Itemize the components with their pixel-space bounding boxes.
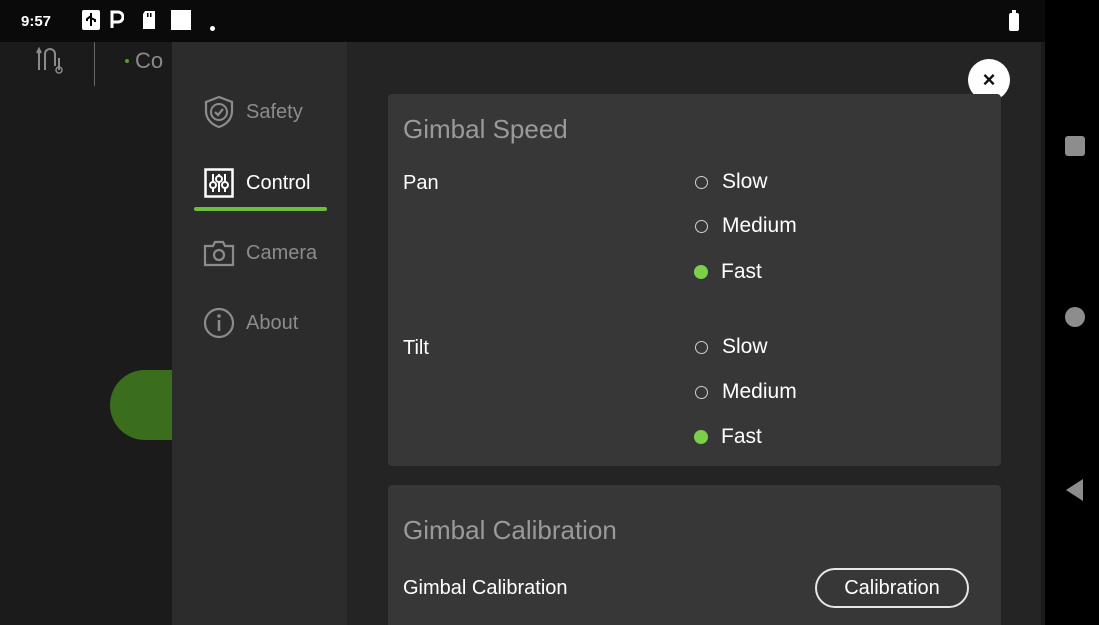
camera-icon (202, 236, 236, 270)
tilt-option-slow[interactable]: Slow (695, 333, 768, 361)
background-title: Co (135, 48, 164, 73)
settings-modal: Safety Control Camera About × Gimbal Spe… (172, 42, 1041, 625)
sidebar-item-control[interactable]: Control (202, 163, 310, 203)
status-bar: 9:57 (0, 0, 1045, 42)
parking-icon (110, 10, 125, 35)
home-button[interactable] (1065, 307, 1085, 327)
sidebar-item-label: Safety (246, 100, 303, 123)
gimbal-calibration-row-label: Gimbal Calibration (403, 577, 568, 599)
tilt-option-medium[interactable]: Medium (695, 378, 797, 406)
radio-indicator-selected (695, 431, 707, 443)
radio-indicator (695, 219, 708, 233)
shield-check-icon (202, 95, 236, 129)
radio-label: Fast (721, 260, 762, 283)
tilt-option-fast[interactable]: Fast (695, 423, 762, 451)
sidebar-item-about[interactable]: About (202, 303, 298, 343)
connection-dot (125, 59, 129, 63)
recents-button[interactable] (1065, 136, 1085, 156)
radio-indicator-selected (695, 266, 707, 278)
radio-indicator (695, 340, 708, 354)
system-nav-bar (1045, 0, 1099, 625)
calibration-button[interactable]: Calibration (815, 568, 969, 608)
usb-icon (82, 10, 100, 35)
app-logo-icon (36, 44, 66, 81)
sd-card-icon (141, 10, 157, 35)
radio-label: Slow (722, 170, 768, 193)
pan-option-fast[interactable]: Fast (695, 258, 762, 286)
pan-option-slow[interactable]: Slow (695, 168, 768, 196)
sidebar-item-camera[interactable]: Camera (202, 233, 317, 273)
sliders-icon (202, 166, 236, 200)
gimbal-calibration-title: Gimbal Calibration (403, 515, 617, 545)
sidebar-item-label: About (246, 311, 299, 334)
radio-indicator (695, 385, 708, 399)
close-icon: × (982, 67, 996, 92)
radio-label: Medium (722, 214, 797, 237)
radio-indicator (695, 175, 708, 189)
status-time: 9:57 (21, 13, 52, 30)
sidebar-item-label: Camera (246, 241, 318, 264)
radio-label: Fast (721, 425, 762, 448)
radio-label: Medium (722, 380, 797, 403)
radio-label: Slow (722, 335, 768, 358)
square-notification-icon (171, 10, 191, 35)
battery-icon (1009, 10, 1019, 31)
gimbal-speed-card: Gimbal Speed Pan Slow Medium Fast Tilt S… (388, 94, 1001, 466)
tilt-label: Tilt (403, 337, 429, 359)
active-tab-indicator (194, 207, 327, 211)
info-icon (202, 306, 236, 340)
sidebar-item-safety[interactable]: Safety (202, 92, 303, 132)
sidebar-item-label: Control (246, 171, 311, 194)
gimbal-calibration-card: Gimbal Calibration Gimbal Calibration Ca… (388, 485, 1001, 625)
gimbal-speed-title: Gimbal Speed (403, 114, 568, 144)
dot-icon (210, 18, 215, 36)
settings-sidebar: Safety Control Camera About (172, 42, 347, 625)
header-divider (94, 42, 95, 86)
back-button[interactable] (1066, 479, 1083, 501)
pan-label: Pan (403, 172, 439, 194)
pan-option-medium[interactable]: Medium (695, 212, 797, 240)
